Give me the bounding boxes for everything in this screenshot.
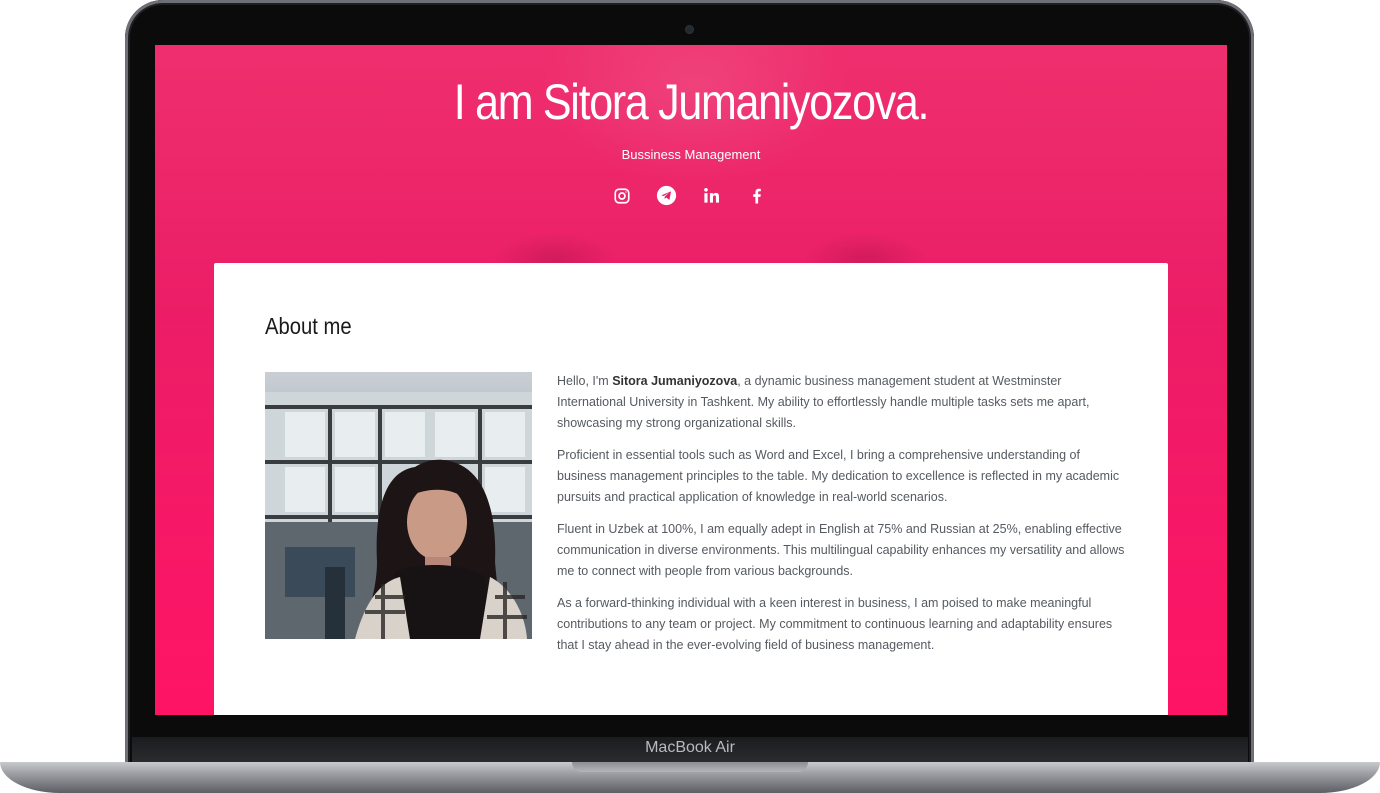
website-screen: I am Sitora Jumaniyozova. Bussiness Mana… xyxy=(155,45,1227,715)
bio-name: Sitora Jumaniyozova xyxy=(612,374,738,388)
facebook-icon[interactable] xyxy=(746,185,767,206)
profile-photo xyxy=(265,372,532,639)
bio-paragraph-1: Hello, I'm Sitora Jumaniyozova, a dynami… xyxy=(557,371,1127,434)
bio-paragraph-4: As a forward-thinking individual with a … xyxy=(557,596,1113,652)
about-card: About me Hello, I'm Sitora Jumaniyozova,… xyxy=(214,263,1168,715)
linkedin-icon[interactable] xyxy=(701,185,722,206)
bio-paragraph-2: Proficient in essential tools such as Wo… xyxy=(557,448,1120,504)
telegram-icon[interactable] xyxy=(656,185,677,206)
page-subtitle: Bussiness Management xyxy=(621,147,761,162)
device-label: MacBook Air xyxy=(645,739,735,756)
laptop-notch xyxy=(572,762,808,772)
social-links xyxy=(611,185,767,206)
bio-paragraph-3: Fluent in Uzbek at 100%, I am equally ad… xyxy=(557,522,1125,578)
bio-intro-prefix: Hello, I'm xyxy=(557,374,613,388)
instagram-icon[interactable] xyxy=(611,185,632,206)
page-title: I am Sitora Jumaniyozova. xyxy=(453,74,930,130)
about-text: Hello, I'm Sitora Jumaniyozova, a dynami… xyxy=(557,371,1127,667)
about-heading: About me xyxy=(265,313,352,339)
camera-icon xyxy=(686,26,693,33)
